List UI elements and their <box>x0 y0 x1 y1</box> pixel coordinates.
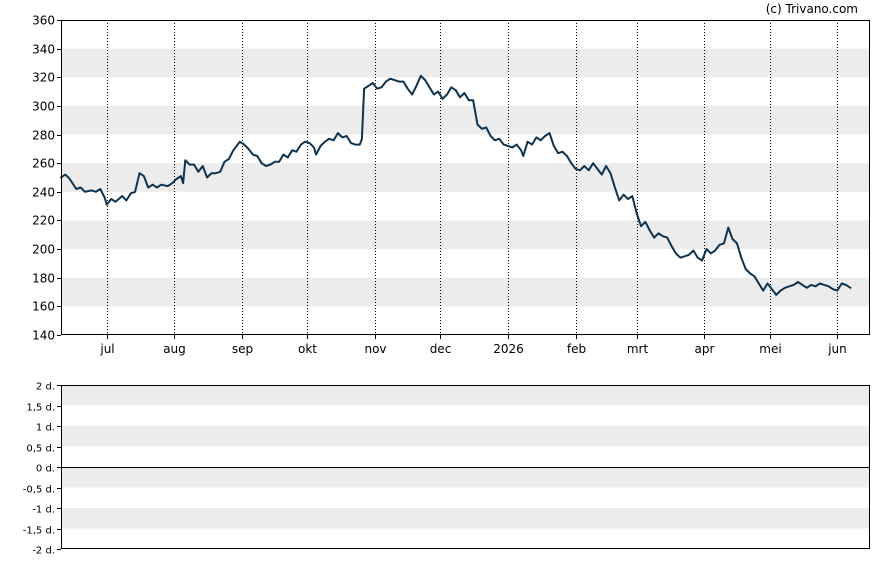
dividend-y-tick-label: 1 d. <box>36 423 55 434</box>
y-tick-label: 180 <box>32 272 55 286</box>
y-tick-label: 320 <box>32 71 55 85</box>
x-tick-label: mrt <box>627 342 649 356</box>
price-chart-y-ticks: 140 160 180 200 220 240 260 280 300 320 340 360 <box>32 14 61 343</box>
dividend-y-tick-label: 0,5 d. <box>26 444 55 455</box>
y-tick-label: 280 <box>32 129 55 143</box>
x-tick-label: aug <box>163 342 186 356</box>
y-tick-label: 240 <box>32 186 55 200</box>
dividend-y-tick-label: 2 d. <box>36 382 55 393</box>
dividend-y-tick-label: 1,5 d. <box>26 403 55 414</box>
x-tick-label: nov <box>364 342 386 356</box>
y-tick-label: 360 <box>32 14 55 28</box>
price-chart-x-ticks: jul aug sep okt nov dec 2026 feb mrt apr mei jun <box>99 335 847 356</box>
x-tick-label: sep <box>232 342 253 356</box>
x-tick-label: feb <box>567 342 586 356</box>
dividend-band <box>61 426 870 447</box>
y-tick-label: 200 <box>32 243 55 257</box>
dividend-y-tick-label: -0,5 d. <box>23 485 55 496</box>
dividend-y-tick-label: 0 d. <box>36 464 55 475</box>
dividend-band <box>61 508 870 529</box>
y-tick-label: 260 <box>32 157 55 171</box>
x-tick-label: jun <box>827 342 847 356</box>
x-tick-label: apr <box>695 342 715 356</box>
x-tick-label: 2026 <box>493 342 524 356</box>
x-tick-label: dec <box>430 342 452 356</box>
dividend-y-tick-label: -1 d. <box>32 505 55 516</box>
dividend-chart-y-ticks: 2 d. 1,5 d. 1 d. 0,5 d. 0 d. -0,5 d. -1 d. -1,5… <box>23 382 61 557</box>
price-band <box>61 220 870 250</box>
chart-root: 140 160 180 200 220 240 260 280 300 320 340 360 jul… <box>0 0 888 565</box>
chart-svg: 140 160 180 200 220 240 260 280 300 320 340 360 jul… <box>23 2 870 557</box>
x-tick-label: mei <box>759 342 781 356</box>
y-tick-label: 340 <box>32 43 55 57</box>
dividend-band <box>61 467 870 488</box>
price-band <box>61 105 870 135</box>
y-tick-label: 300 <box>32 100 55 114</box>
dividend-band <box>61 385 870 406</box>
price-band <box>61 277 870 307</box>
x-tick-label: okt <box>298 342 317 356</box>
dividend-chart-bands <box>61 385 870 529</box>
copyright-text: (c) Trivano.com <box>766 2 858 16</box>
dividend-y-tick-label: -1,5 d. <box>23 526 55 537</box>
y-tick-label: 160 <box>32 300 55 314</box>
y-tick-label: 220 <box>32 214 55 228</box>
x-tick-label: jul <box>99 342 114 356</box>
dividend-y-tick-label: -2 d. <box>32 546 55 557</box>
price-band <box>61 48 870 78</box>
y-tick-label: 140 <box>32 329 55 343</box>
